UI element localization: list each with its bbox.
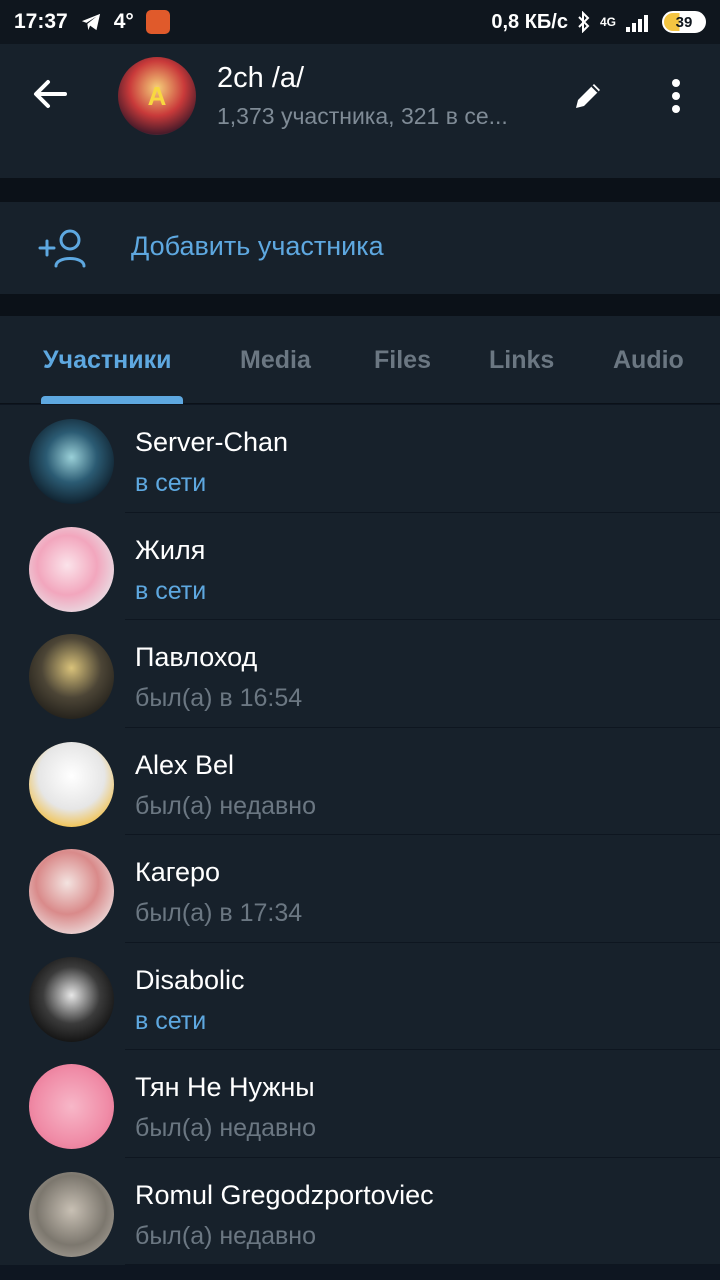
avatar <box>29 1064 114 1149</box>
tab-media[interactable]: Media <box>240 346 311 375</box>
status-time: 17:37 <box>14 10 68 33</box>
list-item[interactable]: Romul Gregodzportoviec был(а) недавно <box>0 1157 720 1265</box>
pencil-icon <box>576 84 600 108</box>
back-button[interactable] <box>28 72 72 116</box>
section-divider <box>0 178 720 202</box>
member-name: Disabolic <box>135 964 245 995</box>
telegram-icon <box>81 13 100 31</box>
signal-icon <box>626 15 648 32</box>
list-item[interactable]: Alex Bel был(а) недавно <box>0 727 720 835</box>
avatar <box>29 956 114 1042</box>
list-item[interactable]: Павлоход был(а) в 16:54 <box>0 620 720 728</box>
member-status: в сети <box>135 469 207 497</box>
tab-files[interactable]: Files <box>374 346 431 375</box>
arrow-left-icon <box>34 80 67 108</box>
list-item[interactable]: Жиля в сети <box>0 512 720 620</box>
avatar <box>29 849 114 934</box>
tab-members[interactable]: Участники <box>43 346 171 375</box>
avatar <box>29 741 114 827</box>
add-member-label: Добавить участника <box>131 231 384 261</box>
list-item[interactable]: Server-Chan в сети <box>0 405 720 513</box>
tab-links[interactable]: Links <box>489 346 554 375</box>
status-temperature: 4° <box>113 10 134 33</box>
member-name: Тян Не Нужны <box>135 1072 315 1102</box>
member-status: был(а) в 16:54 <box>135 684 303 712</box>
member-name: Romul Gregodzportoviec <box>135 1179 434 1210</box>
group-title: 2ch /a/ <box>217 62 305 94</box>
edit-button[interactable] <box>566 74 610 118</box>
member-name: Кагеро <box>135 857 221 887</box>
section-divider <box>0 294 720 316</box>
status-bar: 17:37 4° 0,8 КБ/с 4G 39 <box>0 0 720 44</box>
tab-audio[interactable]: Audio <box>613 346 684 375</box>
member-status: в сети <box>135 576 207 605</box>
group-avatar-letter: A <box>147 80 167 111</box>
avatar <box>29 1171 114 1257</box>
member-name: Жиля <box>135 534 206 565</box>
more-options-button[interactable] <box>654 74 698 118</box>
member-status: был(а) недавно <box>135 1221 317 1250</box>
list-item[interactable]: Disabolic в сети <box>0 942 720 1050</box>
avatar <box>29 419 114 504</box>
chat-header: A 2ch /a/ 1,373 участника, 321 в се... <box>0 44 720 178</box>
list-item[interactable]: Кагеро был(а) в 17:34 <box>0 835 720 943</box>
battery-icon: 39 <box>662 11 706 33</box>
member-status: в сети <box>135 1006 207 1035</box>
add-member-button[interactable]: Добавить участника <box>0 202 720 294</box>
notification-app-icon <box>145 10 170 34</box>
group-avatar[interactable]: A <box>118 57 196 135</box>
member-status: был(а) недавно <box>135 1114 317 1142</box>
group-subtitle: 1,373 участника, 321 в се... <box>217 103 508 129</box>
profile-tabs: Участники Media Files Links Audio <box>0 316 720 404</box>
members-list: Server-Chan в сети Жиля в сети Павлоход … <box>0 405 720 1265</box>
add-user-icon <box>38 229 86 268</box>
network-speed: 0,8 КБ/с <box>491 10 568 33</box>
avatar <box>29 526 114 612</box>
member-status: был(а) недавно <box>135 791 317 820</box>
active-tab-indicator <box>41 396 183 404</box>
list-item[interactable]: Тян Не Нужны был(а) недавно <box>0 1050 720 1158</box>
avatar <box>29 634 114 719</box>
member-name: Server-Chan <box>135 427 289 457</box>
member-name: Alex Bel <box>135 749 235 780</box>
member-name: Павлоход <box>135 642 258 672</box>
bluetooth-icon <box>578 11 590 33</box>
member-status: был(а) в 17:34 <box>135 899 303 927</box>
more-vertical-icon <box>672 79 680 113</box>
network-type: 4G <box>599 15 616 29</box>
